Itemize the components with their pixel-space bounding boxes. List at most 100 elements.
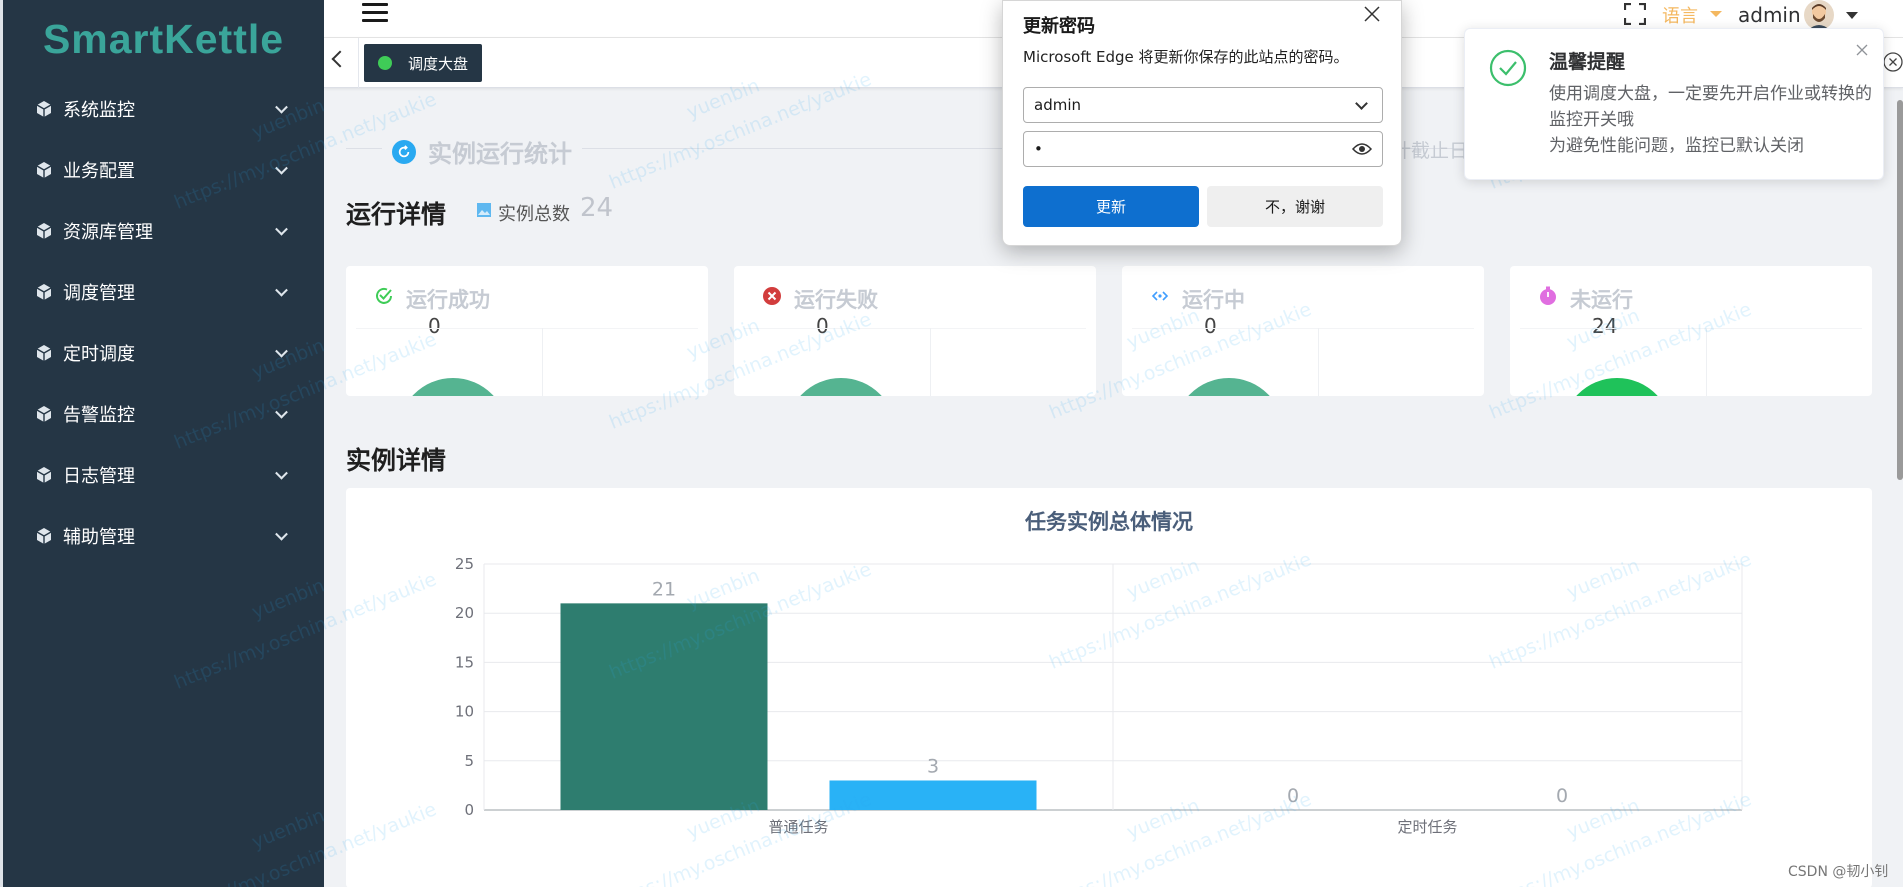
cube-icon (36, 527, 52, 544)
notification-line: 为避免性能问题，监控已默认关闭 (1549, 136, 1804, 156)
close-icon[interactable] (1363, 5, 1381, 23)
chevron-down-icon (275, 100, 288, 114)
y-tick-label: 10 (455, 703, 474, 721)
divider (1132, 328, 1474, 329)
image-icon (477, 203, 491, 217)
card-label: 运行失败 (794, 288, 878, 312)
instance-detail-title: 实例详情 (346, 446, 447, 475)
sidebar-menu: 系统监控 业务配置 资源库管理 调度管理 定时调度 告警监控 日志管理 辅助管理 (3, 78, 324, 566)
stat-card-not-run: 未运行 24 (1510, 266, 1872, 396)
y-tick-label: 15 (455, 653, 474, 671)
sidebar-item-label: 告警监控 (63, 404, 135, 426)
card-value: 0 (816, 314, 829, 338)
deadline-text: 计截止日 (1392, 140, 1469, 162)
y-tick-label: 0 (464, 801, 474, 819)
timer-icon (1540, 286, 1556, 305)
sidebar-item-label: 业务配置 (63, 160, 135, 182)
card-value: 0 (428, 314, 441, 338)
data-label: 0 (1556, 785, 1568, 807)
chevron-down-icon (275, 405, 288, 419)
caret-down-icon[interactable] (1846, 12, 1858, 19)
card-label: 运行成功 (406, 288, 490, 312)
cube-icon (36, 100, 52, 117)
divider (1318, 328, 1319, 396)
chevron-down-icon (275, 344, 288, 358)
dialog-title: 更新密码 (1023, 16, 1095, 37)
chevron-down-icon (275, 161, 288, 175)
y-tick-label: 20 (455, 604, 474, 622)
sidebar-item-schedule-manage[interactable]: 调度管理 (3, 261, 324, 322)
y-tick-label: 25 (455, 555, 474, 573)
notification-toast: 温馨提醒 使用调度大盘，一定要先开启作业或转换的监控开关哦 为避免性能问题，监控… (1464, 28, 1884, 180)
gauge (1562, 378, 1672, 396)
chevron-down-icon (275, 466, 288, 480)
data-label: 3 (927, 755, 939, 777)
cube-icon (36, 283, 52, 300)
sidebar-item-business-config[interactable]: 业务配置 (3, 139, 324, 200)
stat-card-running: 运行中 0 (1122, 266, 1484, 396)
success-icon (1489, 49, 1527, 87)
chart-panel: 任务实例总体情况 0 5 10 15 20 25 普通任务 21 3 定时任务 0 0 (346, 488, 1872, 887)
stat-card-success: 运行成功 0 (346, 266, 708, 396)
chevron-left-icon[interactable] (331, 50, 349, 68)
close-icon[interactable] (1855, 43, 1869, 57)
cube-icon (36, 344, 52, 361)
gauge (1174, 378, 1284, 396)
username-select[interactable]: admin (1023, 87, 1383, 123)
update-password-dialog: 更新密码 Microsoft Edge 将更新你保存的此站点的密码。 admin… (1002, 0, 1402, 246)
card-value: 0 (1204, 314, 1217, 338)
avatar[interactable] (1804, 0, 1834, 30)
update-button[interactable]: 更新 (1023, 186, 1199, 227)
notification-body: 使用调度大盘，一定要先开启作业或转换的监控开关哦 为避免性能问题，监控已默认关闭 (1549, 81, 1875, 159)
divider (744, 328, 1086, 329)
app-logo[interactable]: SmartKettle (3, 0, 324, 78)
username[interactable]: admin (1738, 3, 1801, 27)
active-dot-icon (378, 56, 392, 70)
bar-chart: 0 5 10 15 20 25 普通任务 21 3 定时任务 0 0 (455, 555, 1743, 836)
cube-icon (36, 222, 52, 239)
total-value: 24 (580, 193, 614, 223)
sidebar-item-label: 定时调度 (63, 343, 135, 365)
sidebar-item-timed-schedule[interactable]: 定时调度 (3, 322, 324, 383)
divider (930, 328, 931, 396)
section-title: 实例运行统计 (428, 140, 572, 168)
language-switch[interactable]: 语言 (1662, 2, 1698, 28)
divider (1520, 328, 1862, 329)
y-tick-label: 5 (464, 752, 474, 770)
tag-schedule-dashboard[interactable]: 调度大盘 (364, 44, 482, 82)
eye-icon[interactable] (1352, 141, 1372, 157)
tag-label: 调度大盘 (408, 54, 469, 73)
x-tick-label: 普通任务 (768, 818, 828, 836)
chevron-down-icon (275, 222, 288, 236)
notification-line: 使用调度大盘，一定要先开启作业或转换的监控开关哦 (1549, 84, 1872, 130)
sidebar-item-label: 调度管理 (63, 282, 135, 304)
sidebar-item-repository[interactable]: 资源库管理 (3, 200, 324, 261)
close-circle-icon[interactable] (1883, 52, 1903, 72)
fullscreen-icon[interactable] (1624, 3, 1646, 25)
footer-credit: CSDN @韧小钊 (1788, 864, 1889, 880)
divider (1706, 328, 1707, 396)
caret-down-icon[interactable] (1710, 11, 1722, 17)
vertical-scrollbar[interactable] (1897, 100, 1903, 480)
password-value: • (1034, 140, 1043, 158)
card-label: 未运行 (1570, 288, 1633, 312)
decline-button[interactable]: 不，谢谢 (1207, 186, 1383, 227)
refresh-icon[interactable] (392, 139, 416, 164)
divider (358, 38, 359, 88)
password-field[interactable]: • (1023, 131, 1383, 167)
total-label: 实例总数 (498, 204, 570, 225)
data-label: 21 (652, 578, 676, 600)
sidebar-item-label: 辅助管理 (63, 526, 135, 548)
gauge (786, 378, 896, 396)
sidebar-item-system-monitor[interactable]: 系统监控 (3, 78, 324, 139)
sidebar-item-log-manage[interactable]: 日志管理 (3, 444, 324, 505)
run-detail-title: 运行详情 (346, 200, 447, 229)
sidebar-item-label: 系统监控 (63, 99, 135, 121)
sidebar-item-alert-monitor[interactable]: 告警监控 (3, 383, 324, 444)
sidebar-item-aux-manage[interactable]: 辅助管理 (3, 505, 324, 566)
data-label: 0 (1287, 785, 1299, 807)
cube-icon (36, 161, 52, 178)
divider (356, 328, 698, 329)
hamburger-icon[interactable] (362, 3, 388, 25)
divider (542, 328, 543, 396)
